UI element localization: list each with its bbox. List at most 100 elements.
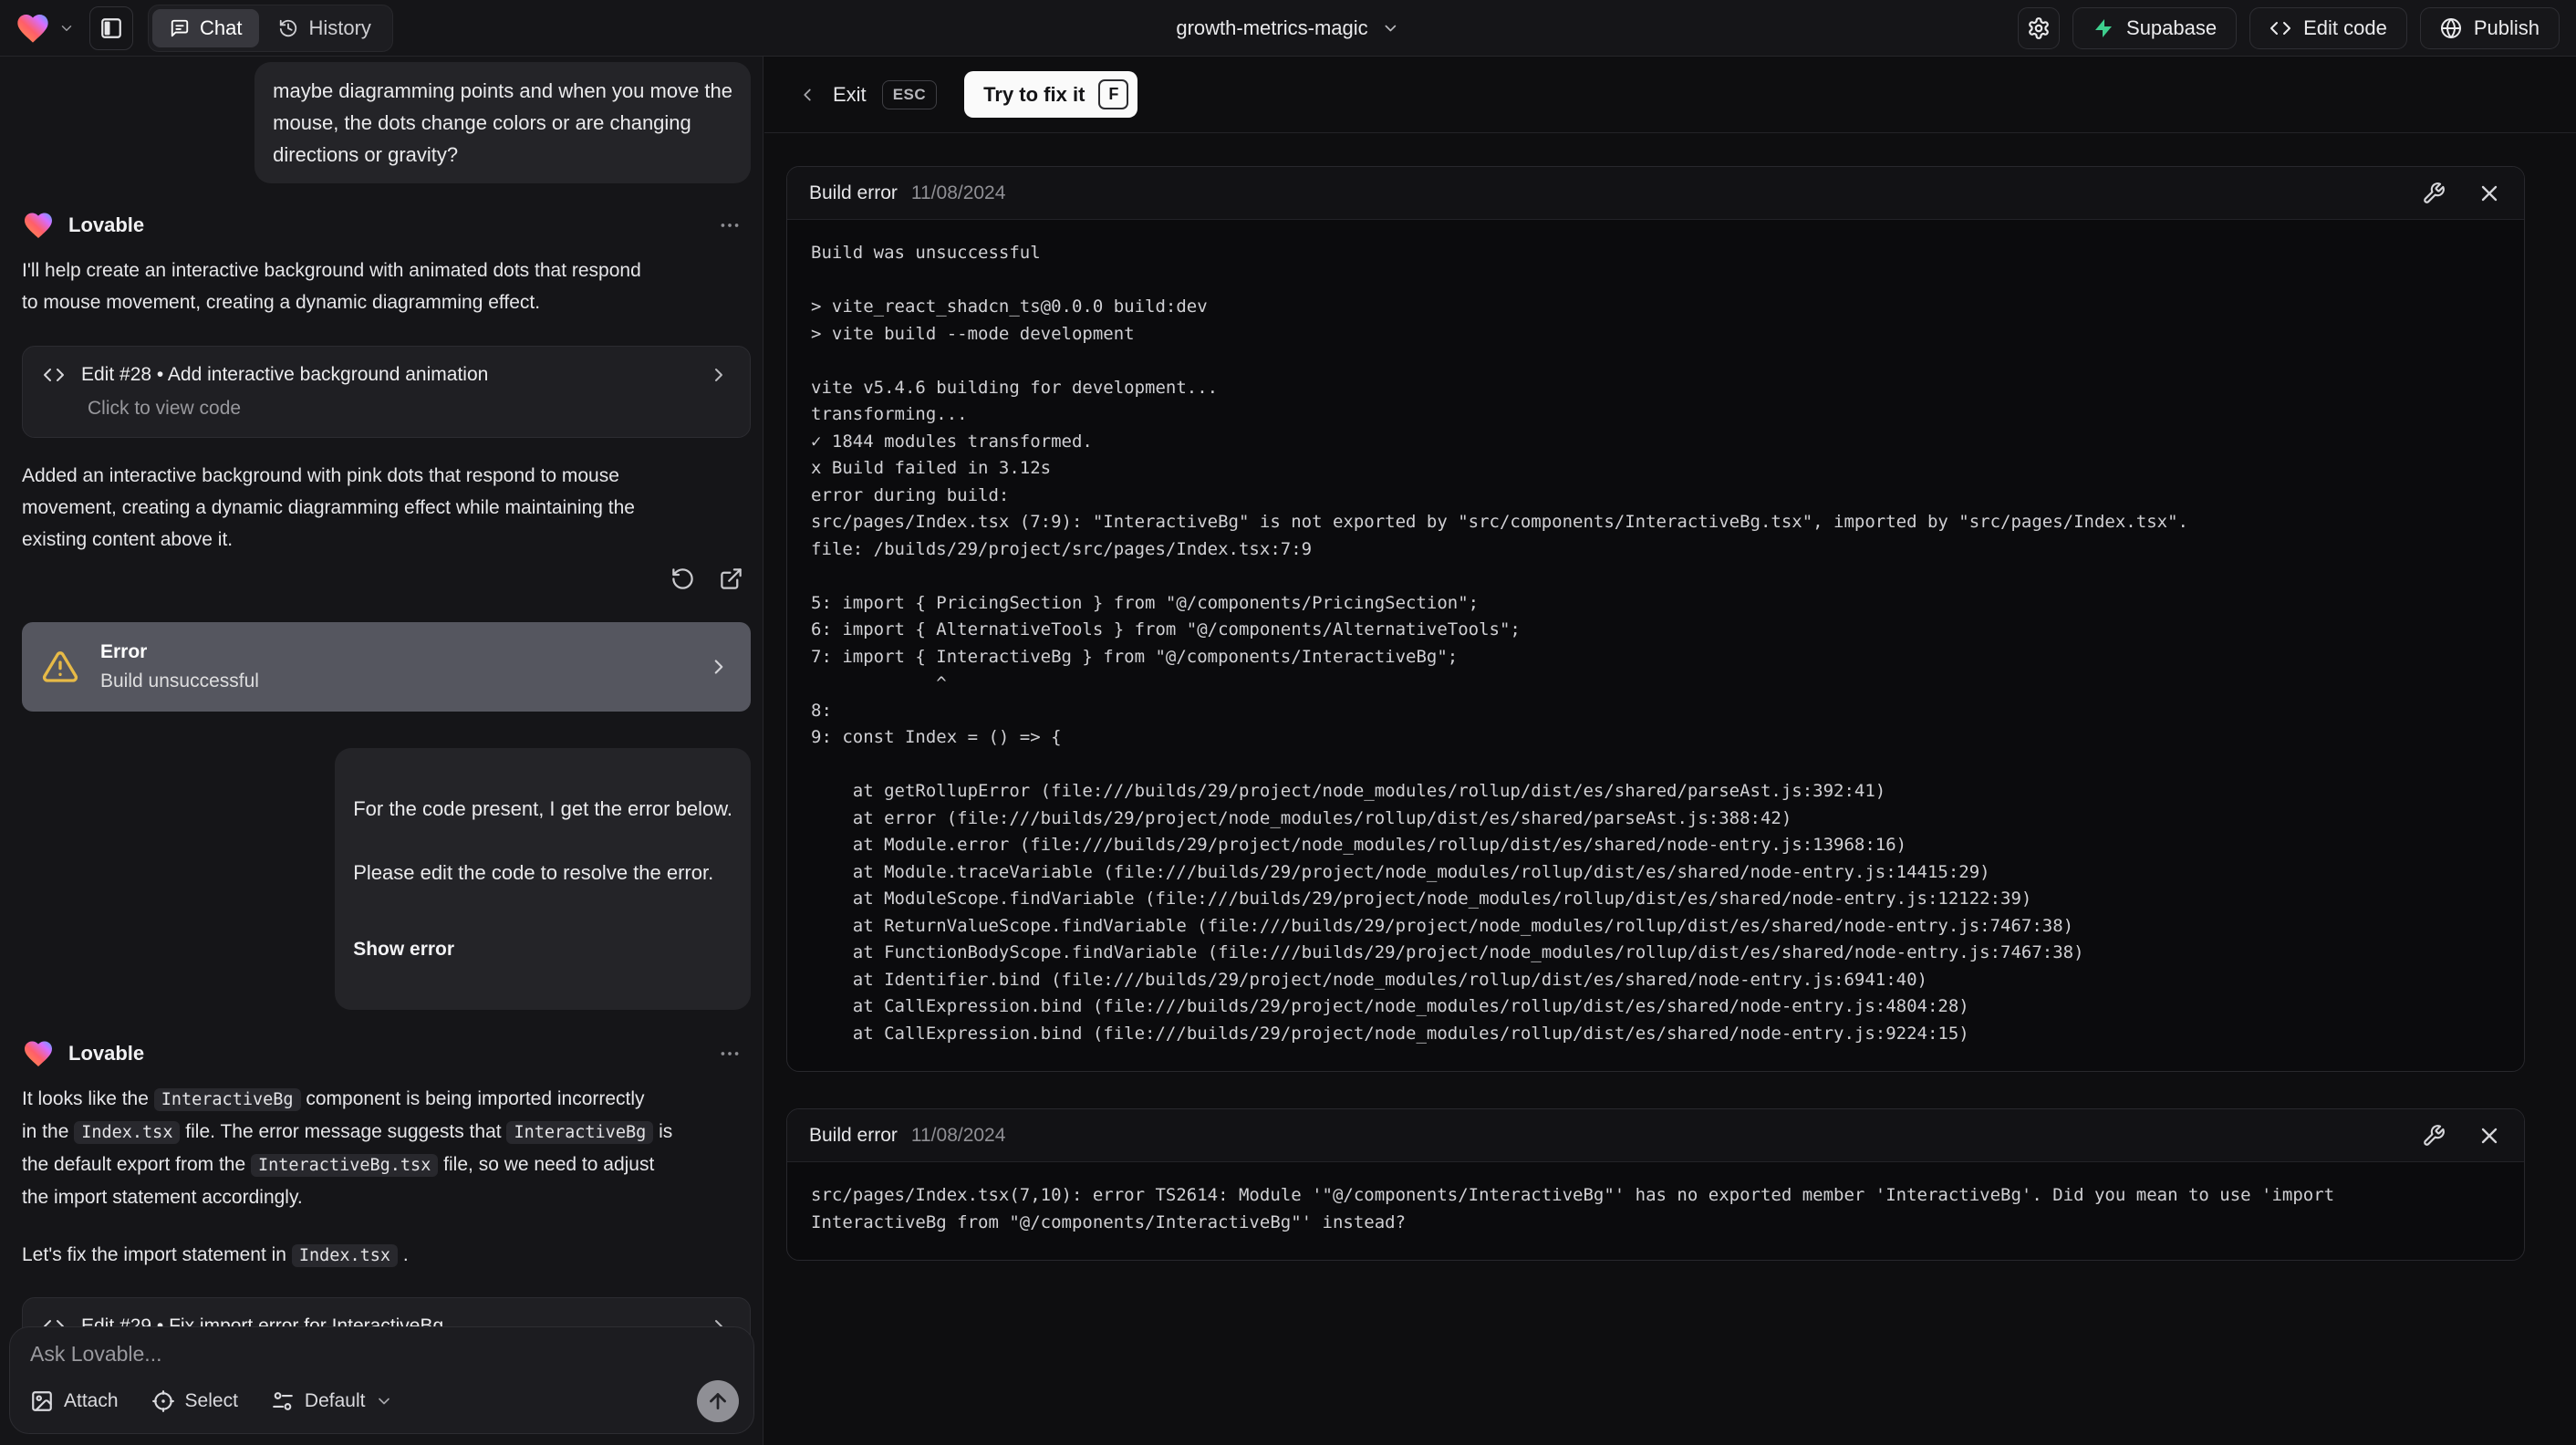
supabase-label: Supabase: [2126, 16, 2218, 39]
fix-error-button[interactable]: [2422, 182, 2446, 205]
exit-button[interactable]: Exit ESC: [797, 79, 938, 109]
wrench-icon: [2422, 1124, 2446, 1148]
assistant-name: Lovable: [68, 1042, 145, 1065]
external-link-icon: [719, 567, 743, 591]
gear-icon: [2027, 16, 2051, 40]
panel-actions: [2422, 1123, 2502, 1149]
edit-28-subtitle: Click to view code: [88, 398, 242, 419]
f-key-badge: F: [1098, 79, 1129, 109]
panel-date: 11/08/2024: [910, 182, 1006, 203]
topbar: Chat History growth-metrics-magic Supaba…: [0, 0, 2576, 57]
panel-title: Build error: [809, 182, 898, 203]
panel-left-icon: [99, 16, 123, 40]
chevron-down-icon: [1382, 19, 1400, 37]
build-error-card[interactable]: Error Build unsuccessful: [22, 622, 751, 712]
publish-button[interactable]: Publish: [2419, 6, 2560, 49]
attach-button[interactable]: Attach: [30, 1389, 119, 1413]
ellipsis-icon: [718, 1042, 742, 1066]
panel-actions: [2422, 181, 2502, 206]
image-attach-icon: [30, 1389, 54, 1413]
sliders-icon: [271, 1389, 295, 1413]
build-error-log: Build was unsuccessful > vite_react_shad…: [811, 243, 2188, 1044]
send-button[interactable]: [697, 1380, 739, 1422]
build-error-panel-2: Build error 11/08/2024 src/pages/Index.t…: [786, 1108, 2525, 1261]
show-error-link[interactable]: Show error: [353, 933, 732, 965]
restore-version-button[interactable]: [670, 567, 695, 591]
open-preview-button[interactable]: [719, 567, 743, 591]
lovable-heart-icon: [15, 10, 51, 47]
globe-icon: [2440, 17, 2462, 39]
select-element-button[interactable]: Select: [151, 1389, 238, 1413]
user-message: maybe diagramming points and when you mo…: [254, 62, 751, 183]
inline-code: InteractiveBg: [506, 1121, 654, 1144]
exit-label: Exit: [833, 82, 867, 106]
build-error-log: src/pages/Index.tsx(7,10): error TS2614:…: [811, 1185, 2335, 1232]
error-card-subtitle: Build unsuccessful: [100, 671, 259, 691]
lovable-heart-avatar: [22, 209, 55, 242]
rotate-ccw-icon: [670, 567, 695, 591]
user-message: For the code present, I get the error be…: [335, 748, 751, 1010]
fix-error-button[interactable]: [2422, 1124, 2446, 1148]
supabase-button[interactable]: Supabase: [2072, 6, 2238, 49]
assistant-text: Added an interactive background with pin…: [22, 465, 635, 550]
inline-code: Index.tsx: [74, 1121, 181, 1144]
sidebar-toggle-button[interactable]: [89, 5, 133, 50]
chat-input[interactable]: Ask Lovable...: [30, 1342, 733, 1367]
target-icon: [151, 1389, 175, 1413]
chat-scroll-area[interactable]: maybe diagramming points and when you mo…: [0, 57, 763, 1445]
tab-history-label: History: [308, 16, 371, 39]
code-icon: [2270, 17, 2291, 39]
composer: Ask Lovable... Attach Select Default: [9, 1326, 754, 1434]
chevron-left-icon: [797, 85, 817, 105]
assistant-header: Lovable: [22, 209, 751, 242]
lovable-app: Chat History growth-metrics-magic Supaba…: [0, 0, 2576, 1445]
tab-history[interactable]: History: [261, 9, 388, 47]
inline-code: InteractiveBg: [153, 1088, 301, 1111]
edit-28-card[interactable]: Edit #28 • Add interactive background an…: [22, 346, 751, 438]
chevron-down-icon: [375, 1392, 393, 1410]
chevron-down-icon: [58, 20, 75, 36]
error-viewer: Exit ESC Try to fix it F Build error 11/…: [764, 57, 2576, 1445]
tab-chat-label: Chat: [200, 16, 243, 39]
panel-date: 11/08/2024: [910, 1124, 1006, 1146]
close-panel-button[interactable]: [2477, 181, 2502, 206]
ellipsis-icon: [718, 213, 742, 237]
edit-code-button[interactable]: Edit code: [2249, 6, 2407, 49]
build-error-panel-1: Build error 11/08/2024 Build was unsucce…: [786, 166, 2525, 1072]
error-viewer-header: Exit ESC Try to fix it F: [764, 57, 2576, 133]
inline-code: Index.tsx: [291, 1244, 399, 1267]
mode-selector[interactable]: Default: [271, 1389, 394, 1413]
topbar-left: Chat History: [0, 4, 393, 52]
chat-history-tabs: Chat History: [148, 4, 393, 52]
more-options-button[interactable]: [718, 213, 742, 237]
project-switcher[interactable]: growth-metrics-magic: [1176, 16, 1399, 40]
mode-label: Default: [304, 1390, 366, 1411]
attach-label: Attach: [64, 1390, 119, 1411]
edit-28-title: Edit #28 • Add interactive background an…: [81, 364, 489, 385]
edit-28-title-row: Edit #28 • Add interactive background an…: [43, 364, 730, 386]
user-message-text: For the code present, I get the error be…: [353, 797, 732, 884]
panel-header: Build error 11/08/2024: [787, 1109, 2524, 1162]
lovable-heart-avatar: [22, 1037, 55, 1070]
history-icon: [278, 18, 298, 38]
chat-bubble-icon: [170, 18, 190, 38]
assistant-text: I'll help create an interactive backgrou…: [22, 260, 641, 313]
tab-chat[interactable]: Chat: [152, 8, 260, 47]
close-panel-button[interactable]: [2477, 1123, 2502, 1149]
assistant-text-rich: It looks like the InteractiveBg componen…: [22, 1088, 673, 1208]
edit-code-label: Edit code: [2303, 16, 2387, 39]
chevron-right-icon: [707, 655, 731, 679]
close-icon: [2477, 181, 2502, 206]
publish-label: Publish: [2473, 16, 2540, 39]
lovable-logo-menu[interactable]: [15, 10, 75, 47]
panel-header: Build error 11/08/2024: [787, 167, 2524, 220]
try-to-fix-button[interactable]: Try to fix it F: [964, 71, 1138, 118]
fix-button-label: Try to fix it: [983, 82, 1085, 106]
esc-key-badge: ESC: [881, 79, 938, 109]
wrench-icon: [2422, 182, 2446, 205]
inline-code: InteractiveBg.tsx: [250, 1154, 439, 1177]
warning-triangle-icon: [42, 649, 78, 685]
supabase-bolt-icon: [2093, 17, 2114, 39]
more-options-button[interactable]: [718, 1042, 742, 1066]
settings-button[interactable]: [2018, 6, 2061, 49]
